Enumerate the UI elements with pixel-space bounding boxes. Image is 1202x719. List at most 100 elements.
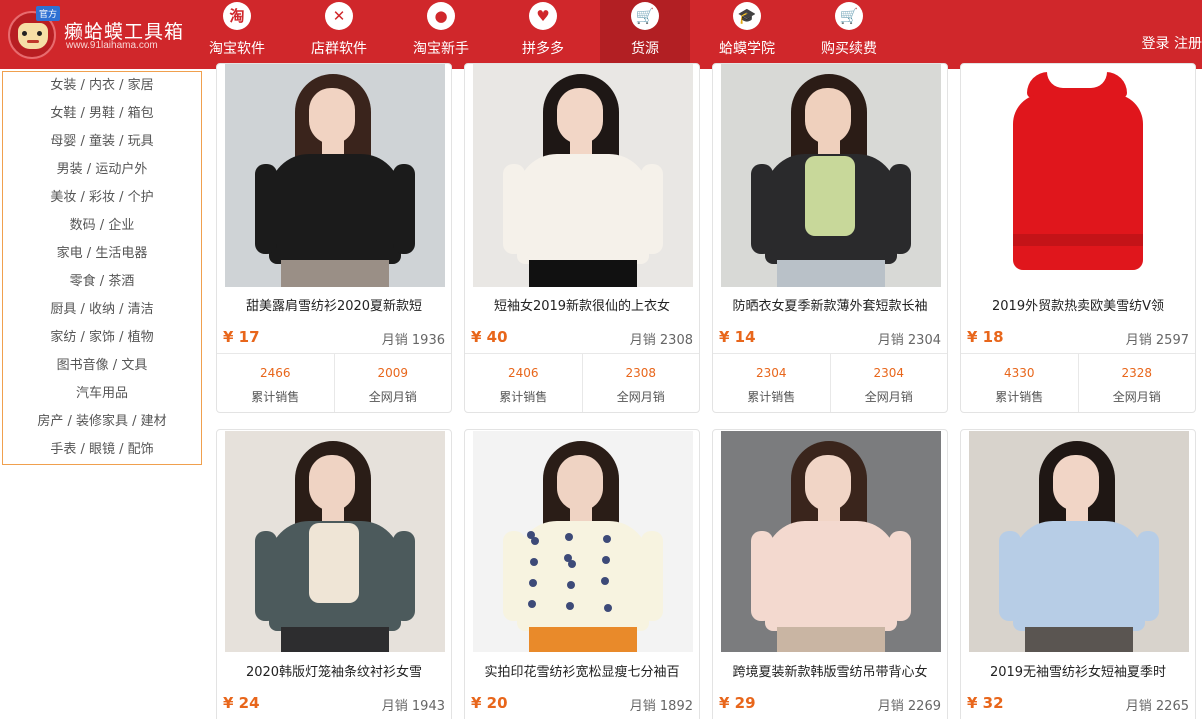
nav-item-3[interactable]: ♥ 拼多多	[492, 0, 594, 69]
model-face	[805, 88, 851, 144]
product-card[interactable]: 甜美露肩雪纺衫2020夏新款短 ¥ 17 月销 1936 2466 累计销售 2009 全网…	[216, 63, 452, 413]
network-monthly-sales-value: 2308	[625, 366, 657, 380]
monthly-sales: 月销 1936	[382, 329, 445, 348]
monthly-sales-value: 2265	[1155, 699, 1189, 714]
category-item[interactable]: 房产 / 装修家具 / 建材	[3, 408, 201, 436]
monthly-sales-label: 月销	[877, 333, 904, 348]
product-image[interactable]	[473, 64, 693, 287]
product-card[interactable]: 防晒衣女夏季新款薄外套短款长袖 ¥ 14 月销 2304 2304 累计销售 2304 全网…	[712, 63, 948, 413]
cumulative-sales: 4330 累计销售	[961, 354, 1078, 412]
product-image[interactable]	[473, 431, 693, 652]
print-dot	[566, 602, 574, 610]
nav-item-6[interactable]: 🛒 购买续费	[798, 0, 900, 69]
monthly-sales-value: 2269	[907, 699, 941, 714]
cumulative-sales: 2406 累计销售	[465, 354, 582, 412]
shop-group-icon: ✕	[325, 2, 353, 30]
model-right-sleeve	[393, 531, 415, 621]
monthly-sales-value: 2308	[659, 333, 693, 348]
model-face	[557, 455, 603, 511]
network-monthly-sales-label: 全网月销	[616, 390, 665, 404]
category-item[interactable]: 女鞋 / 男鞋 / 箱包	[3, 100, 201, 128]
monthly-sales-value: 2304	[907, 333, 941, 348]
site-logo[interactable]: 官方 癞蛤蟆工具箱 www.91laihama.com	[4, 6, 194, 63]
heart-icon: ♥	[529, 2, 557, 30]
model-left-sleeve	[255, 164, 277, 254]
product-image[interactable]	[721, 431, 941, 652]
product-card[interactable]: 跨境夏装新款韩版雪纺吊带背心女 ¥ 29 月销 2269	[712, 429, 948, 719]
product-title[interactable]: 实拍印花雪纺衫宽松显瘦七分袖百	[465, 661, 699, 680]
cumulative-sales: 2304 累计销售	[713, 354, 830, 412]
product-title[interactable]: 防晒衣女夏季新款薄外套短款长袖	[713, 295, 947, 314]
product-card[interactable]: 2020韩版灯笼袖条纹衬衫女雪 ¥ 24 月销 1943	[216, 429, 452, 719]
category-item[interactable]: 汽车用品	[3, 380, 201, 408]
cumulative-sales: 2466 累计销售	[217, 354, 334, 412]
monthly-sales: 月销 2265	[1126, 695, 1189, 714]
nav-item-5[interactable]: 🎓 蛤蟆学院	[696, 0, 798, 69]
product-title[interactable]: 短袖女2019新款很仙的上衣女	[465, 295, 699, 314]
garment-neckline	[1047, 72, 1107, 88]
category-item[interactable]: 女装 / 内衣 / 家居	[3, 72, 201, 100]
product-title[interactable]: 跨境夏装新款韩版雪纺吊带背心女	[713, 661, 947, 680]
category-item[interactable]: 图书音像 / 文具	[3, 352, 201, 380]
product-price: ¥ 40	[471, 328, 508, 346]
network-monthly-sales-label: 全网月销	[368, 390, 417, 404]
category-item[interactable]: 家电 / 生活电器	[3, 240, 201, 268]
nav-item-4[interactable]: 🛒 货源	[600, 0, 690, 69]
product-price: ¥ 32	[967, 694, 1004, 712]
nav-item-0[interactable]: 淘淘宝软件	[186, 0, 288, 69]
category-item[interactable]: 家纺 / 家饰 / 植物	[3, 324, 201, 352]
cumulative-sales-label: 累计销售	[747, 390, 796, 404]
model-right-sleeve	[393, 164, 415, 254]
product-card[interactable]: 2019外贸款热卖欧美雪纺V领 ¥ 18 月销 2597 4330 累计销售 2328 全网…	[960, 63, 1196, 413]
monthly-sales-label: 月销	[381, 333, 408, 348]
nav-item-1[interactable]: ✕ 店群软件	[288, 0, 390, 69]
model-face	[557, 88, 603, 144]
model-left-sleeve	[503, 531, 525, 621]
sales-stats: 2466 累计销售 2009 全网月销	[217, 353, 452, 412]
model-top	[1013, 521, 1145, 631]
monthly-sales: 月销 1943	[382, 695, 445, 714]
nav-item-2[interactable]: ● 淘宝新手	[390, 0, 492, 69]
monthly-sales-label: 月销	[629, 699, 656, 714]
product-image[interactable]	[969, 431, 1189, 652]
model-bottom	[777, 627, 885, 652]
login-link[interactable]: 登录	[1142, 36, 1170, 52]
product-title[interactable]: 甜美露肩雪纺衫2020夏新款短	[217, 295, 451, 314]
sales-stats: 2406 累计销售 2308 全网月销	[465, 353, 699, 412]
product-image[interactable]	[721, 64, 941, 287]
model-inner-top	[309, 523, 359, 603]
product-title[interactable]: 2019外贸款热卖欧美雪纺V领	[961, 295, 1195, 314]
product-title[interactable]: 2019无袖雪纺衫女短袖夏季时	[961, 661, 1195, 680]
model-left-sleeve	[255, 531, 277, 621]
product-title[interactable]: 2020韩版灯笼袖条纹衬衫女雪	[217, 661, 451, 680]
category-item[interactable]: 数码 / 企业	[3, 212, 201, 240]
network-monthly-sales: 2009 全网月销	[333, 354, 452, 412]
model-right-sleeve	[641, 531, 663, 621]
print-dot	[567, 581, 575, 589]
category-item[interactable]: 男装 / 运动户外	[3, 156, 201, 184]
product-price: ¥ 18	[967, 328, 1004, 346]
nav-item-label: 拼多多	[522, 41, 564, 57]
product-card[interactable]: 短袖女2019新款很仙的上衣女 ¥ 40 月销 2308 2406 累计销售 2308 全网…	[464, 63, 700, 413]
product-card[interactable]: 2019无袖雪纺衫女短袖夏季时 ¥ 32 月销 2265	[960, 429, 1196, 719]
print-dot	[530, 558, 538, 566]
sales-stats: 2304 累计销售 2304 全网月销	[713, 353, 948, 412]
category-item[interactable]: 手表 / 眼镜 / 配饰	[3, 436, 201, 464]
category-sidebar: 女装 / 内衣 / 家居 女鞋 / 男鞋 / 箱包 母婴 / 童装 / 玩具 男装 /…	[2, 71, 202, 465]
product-image[interactable]	[969, 64, 1189, 287]
category-item[interactable]: 厨具 / 收纳 / 清洁	[3, 296, 201, 324]
model-right-sleeve	[641, 164, 663, 254]
category-item[interactable]: 美妆 / 彩妆 / 个护	[3, 184, 201, 212]
monthly-sales-label: 月销	[877, 699, 904, 714]
category-item[interactable]: 零食 / 茶酒	[3, 268, 201, 296]
product-image[interactable]	[225, 64, 445, 287]
network-monthly-sales: 2304 全网月销	[829, 354, 948, 412]
monthly-sales-label: 月销	[629, 333, 656, 348]
model-top	[765, 521, 897, 631]
product-card[interactable]: 实拍印花雪纺衫宽松显瘦七分袖百 ¥ 20 月销 1892	[464, 429, 700, 719]
model-bottom	[281, 260, 389, 287]
category-item[interactable]: 母婴 / 童装 / 玩具	[3, 128, 201, 156]
register-link[interactable]: 注册	[1174, 36, 1202, 52]
product-image[interactable]	[225, 431, 445, 652]
print-dot	[565, 533, 573, 541]
